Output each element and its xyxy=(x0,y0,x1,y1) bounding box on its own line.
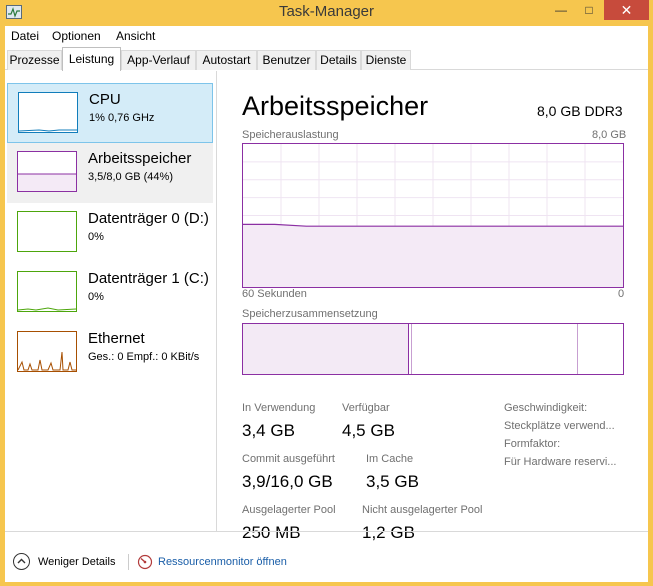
tab-details[interactable]: Details xyxy=(316,50,361,70)
disk1-thumbnail xyxy=(17,271,77,312)
menu-datei[interactable]: Datei xyxy=(11,29,39,43)
tab-benutzer[interactable]: Benutzer xyxy=(257,50,316,70)
slots-label: Steckplätze verwend... xyxy=(504,420,615,432)
form-factor-label: Formfaktor: xyxy=(504,438,561,450)
resource-monitor-link[interactable]: Ressourcenmonitor öffnen xyxy=(158,556,287,568)
maximize-icon[interactable]: □ xyxy=(576,0,602,20)
chevron-up-icon[interactable] xyxy=(13,553,30,570)
memory-thumbnail xyxy=(17,151,77,192)
ethernet-thumbnail xyxy=(17,331,77,372)
fewer-details-link[interactable]: Weniger Details xyxy=(38,556,115,568)
available-label: Verfügbar xyxy=(342,402,390,414)
resource-monitor-icon[interactable] xyxy=(137,554,153,570)
resource-sidebar: CPU 1% 0,76 GHz Arbeitsspeicher 3,5/8,0 … xyxy=(5,71,217,531)
sidebar-item-cpu[interactable]: CPU 1% 0,76 GHz xyxy=(7,83,213,143)
time-axis-right: 0 xyxy=(618,288,625,300)
sidebar-item-datentraeger-1[interactable]: Datenträger 1 (C:) 0% xyxy=(7,263,213,323)
tab-leistung[interactable]: Leistung xyxy=(62,47,121,71)
client-area: Datei Optionen Ansicht Prozesse Leistung… xyxy=(5,26,648,582)
tab-dienste[interactable]: Dienste xyxy=(361,50,411,70)
in-use-value: 3,4 GB xyxy=(242,421,295,440)
task-manager-window: Task-Manager — □ ✕ Datei Optionen Ansich… xyxy=(0,0,653,586)
footer-separator xyxy=(128,554,129,570)
sidebar-item-sub: 0% xyxy=(88,231,104,243)
composition-standby xyxy=(577,324,578,374)
tab-app-verlauf[interactable]: App-Verlauf xyxy=(121,50,196,70)
available-value: 4,5 GB xyxy=(342,421,395,440)
tab-strip: Prozesse Leistung App-Verlauf Autostart … xyxy=(5,46,648,71)
commit-value: 3,9/16,0 GB xyxy=(242,472,333,491)
commit-label: Commit ausgeführt xyxy=(242,453,335,465)
sidebar-item-sub: Ges.: 0 Empf.: 0 KBit/s xyxy=(88,351,200,363)
memory-usage-graph xyxy=(242,143,624,288)
hw-reserved-label: Für Hardware reservi... xyxy=(504,456,617,468)
tab-autostart[interactable]: Autostart xyxy=(196,50,257,70)
speed-label: Geschwindigkeit: xyxy=(504,402,588,414)
in-use-label: In Verwendung xyxy=(242,402,316,414)
footer-bar: Weniger Details Ressourcenmonitor öffnen xyxy=(5,531,648,582)
menu-optionen[interactable]: Optionen xyxy=(52,29,101,43)
sidebar-item-label: Datenträger 0 (D:) xyxy=(88,210,209,227)
disk0-thumbnail xyxy=(17,211,77,252)
sidebar-item-sub: 0% xyxy=(88,291,104,303)
page-title: Arbeitsspeicher xyxy=(242,91,429,121)
sidebar-item-ethernet[interactable]: Ethernet Ges.: 0 Empf.: 0 KBit/s xyxy=(7,323,213,383)
sidebar-item-sub: 3,5/8,0 GB (44%) xyxy=(88,171,173,183)
menu-ansicht[interactable]: Ansicht xyxy=(116,29,155,43)
memory-panel: Arbeitsspeicher 8,0 GB DDR3 Speicherausl… xyxy=(217,71,648,542)
composition-modified xyxy=(411,324,412,374)
sidebar-item-label: Ethernet xyxy=(88,330,145,347)
sidebar-item-label: Arbeitsspeicher xyxy=(88,150,192,167)
title-bar[interactable]: Task-Manager — □ ✕ xyxy=(0,0,653,26)
close-icon[interactable]: ✕ xyxy=(604,0,649,20)
cached-label: Im Cache xyxy=(366,453,414,465)
minimize-icon[interactable]: — xyxy=(548,0,574,20)
sidebar-item-label: Datenträger 1 (C:) xyxy=(88,270,209,287)
cpu-thumbnail xyxy=(18,92,78,133)
time-axis-left: 60 Sekunden xyxy=(242,288,307,300)
composition-in-use xyxy=(243,324,409,374)
sidebar-item-sub: 1% 0,76 GHz xyxy=(89,112,155,124)
sidebar-item-datentraeger-0[interactable]: Datenträger 0 (D:) 0% xyxy=(7,203,213,263)
memory-usage-chart xyxy=(243,144,623,287)
usage-label: Speicherauslastung xyxy=(242,129,339,141)
usage-max: 8,0 GB xyxy=(592,129,627,141)
nonpaged-pool-label: Nicht ausgelagerter Pool xyxy=(362,504,483,516)
paged-pool-label: Ausgelagerter Pool xyxy=(242,504,336,516)
memory-spec: 8,0 GB DDR3 xyxy=(537,103,623,119)
usage-area xyxy=(243,224,623,287)
memory-composition-bar xyxy=(242,323,624,375)
cached-value: 3,5 GB xyxy=(366,472,419,491)
menu-bar: Datei Optionen Ansicht xyxy=(5,26,648,46)
tab-prozesse[interactable]: Prozesse xyxy=(7,50,62,70)
sidebar-item-label: CPU xyxy=(89,91,121,108)
sidebar-item-arbeitsspeicher[interactable]: Arbeitsspeicher 3,5/8,0 GB (44%) xyxy=(7,143,213,203)
composition-label: Speicherzusammensetzung xyxy=(242,308,378,320)
